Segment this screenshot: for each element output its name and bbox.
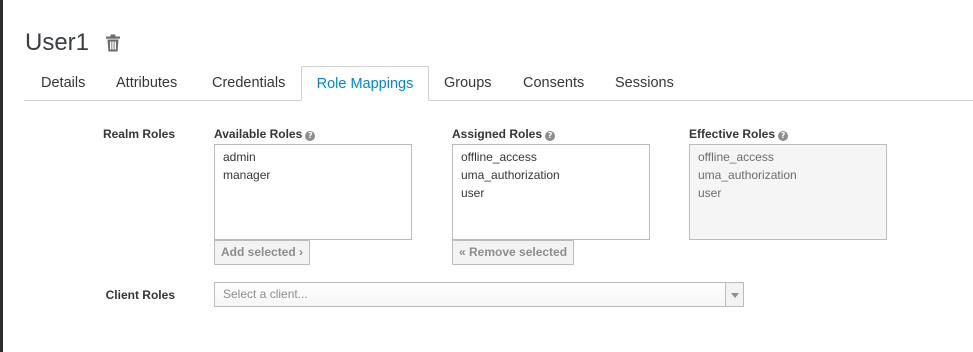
assigned-roles-label: Assigned Roles (452, 127, 543, 141)
list-item[interactable]: user (453, 184, 649, 202)
chevron-down-icon[interactable] (725, 283, 743, 306)
remove-selected-button[interactable]: « Remove selected (452, 240, 575, 265)
tab-attributes[interactable]: Attributes (116, 66, 177, 101)
left-edge-border (0, 0, 3, 352)
effective-roles-label: Effective Roles (689, 127, 776, 141)
list-item: user (698, 186, 722, 200)
list-item: uma_authorization (698, 168, 797, 182)
assigned-roles-heading: Assigned Roles? (452, 127, 556, 141)
list-item[interactable]: offline_access (453, 148, 649, 166)
trash-icon[interactable] (105, 34, 121, 52)
tab-sessions[interactable]: Sessions (615, 66, 674, 101)
list-item[interactable]: admin (215, 148, 411, 166)
client-roles-label: Client Roles (105, 288, 175, 302)
assigned-roles-list[interactable]: offline_access uma_authorization user (452, 144, 650, 240)
tab-bar: Details Attributes Credentials Role Mapp… (24, 66, 973, 101)
tab-role-mappings[interactable]: Role Mappings (301, 66, 429, 101)
available-roles-label: Available Roles (214, 127, 303, 141)
list-item[interactable]: uma_authorization (453, 166, 649, 184)
page-title: User1 (25, 29, 90, 56)
client-select-placeholder: Select a client... (223, 287, 308, 301)
available-roles-heading: Available Roles? (214, 127, 316, 141)
help-icon[interactable]: ? (305, 131, 316, 141)
help-icon[interactable]: ? (545, 131, 556, 141)
help-icon[interactable]: ? (778, 131, 789, 141)
effective-roles-list: offline_access uma_authorization user (689, 144, 887, 240)
list-item: offline_access (698, 150, 774, 164)
tab-consents[interactable]: Consents (523, 66, 584, 101)
add-selected-button[interactable]: Add selected › (214, 240, 311, 265)
available-roles-list[interactable]: admin manager (214, 144, 412, 240)
effective-roles-heading: Effective Roles? (689, 127, 789, 141)
tab-details[interactable]: Details (41, 66, 85, 101)
realm-roles-label: Realm Roles (102, 127, 175, 141)
tab-credentials[interactable]: Credentials (212, 66, 285, 101)
list-item[interactable]: manager (215, 166, 411, 184)
client-select[interactable]: Select a client... (214, 282, 744, 307)
tab-groups[interactable]: Groups (444, 66, 492, 101)
